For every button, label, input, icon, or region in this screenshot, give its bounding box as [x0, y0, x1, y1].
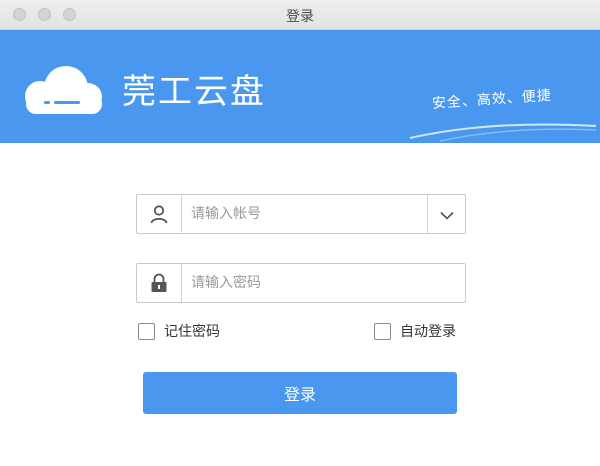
username-input[interactable] — [183, 195, 425, 233]
auto-login-label: 自动登录 — [400, 324, 456, 340]
swoosh-decoration — [400, 112, 600, 143]
account-dropdown-button[interactable] — [427, 195, 465, 233]
user-icon — [137, 195, 182, 233]
title-bar: 登录 — [0, 0, 600, 30]
remember-password-checkbox[interactable] — [138, 322, 155, 340]
username-field — [136, 194, 466, 234]
lock-icon — [137, 264, 182, 302]
password-field — [136, 263, 466, 303]
remember-password-option[interactable]: 记住密码 — [138, 321, 220, 341]
chevron-down-icon — [439, 205, 454, 224]
window-title: 登录 — [286, 9, 314, 25]
cloud-logo-icon — [18, 64, 106, 120]
slogan: 安全、高效、便捷 — [431, 87, 553, 112]
header-banner: 莞工云盘 安全、高效、便捷 — [0, 30, 600, 143]
auto-login-option[interactable]: 自动登录 — [374, 321, 456, 341]
remember-password-label: 记住密码 — [164, 324, 220, 340]
login-window: 登录 莞工云盘 安全、高效、便捷 请输入帐号 记住密码 自动登录 登录 — [0, 0, 600, 466]
login-button[interactable]: 登录 — [143, 372, 457, 414]
app-name: 莞工云盘 — [122, 72, 266, 112]
password-input[interactable] — [183, 264, 465, 302]
auto-login-checkbox[interactable] — [374, 322, 391, 340]
